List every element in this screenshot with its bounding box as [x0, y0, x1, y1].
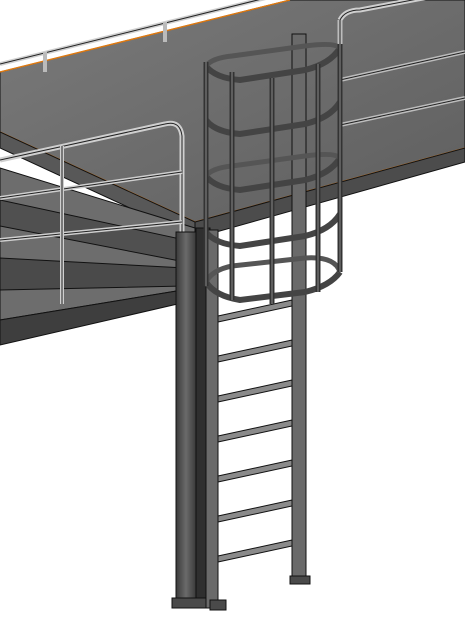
platform-model-drawing	[0, 0, 465, 611]
ladder-rungs	[217, 299, 293, 563]
model-viewport[interactable]	[0, 0, 465, 636]
